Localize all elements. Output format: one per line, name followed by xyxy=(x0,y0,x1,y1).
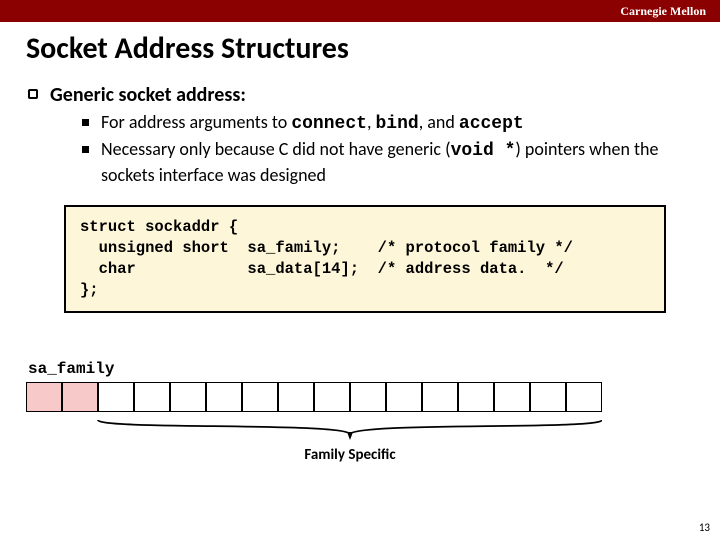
byte-cell xyxy=(350,382,386,412)
bullet-list-1: Generic socket address: For address argu… xyxy=(26,83,694,189)
bullet-list-2: For address arguments to connect, bind, … xyxy=(50,111,694,187)
family-specific-label: Family Specific xyxy=(98,446,602,464)
text-fragment: , and xyxy=(419,111,459,133)
sa-family-label: sa_family xyxy=(28,360,694,378)
struct-diagram: sa_family Family Specific xyxy=(26,360,694,464)
list-item: Necessary only because C did not have ge… xyxy=(82,138,694,187)
byte-cell xyxy=(566,382,602,412)
byte-cell xyxy=(530,382,566,412)
bullet-text: For address arguments to connect, bind, … xyxy=(101,111,524,136)
code-block: struct sockaddr { unsigned short sa_fami… xyxy=(64,205,666,313)
page-number: 13 xyxy=(699,521,710,534)
bullet-text: Generic socket address: xyxy=(50,83,694,107)
code-inline: accept xyxy=(459,114,524,134)
code-inline: connect xyxy=(291,114,367,134)
bullet-text: Necessary only because C did not have ge… xyxy=(101,138,694,187)
code-inline: void * xyxy=(451,141,516,161)
text-fragment: Necessary only because C did not have ge… xyxy=(101,138,451,160)
code-inline: bind xyxy=(376,114,419,134)
text-fragment: For address arguments to xyxy=(101,111,291,133)
text-fragment: , xyxy=(367,111,376,133)
byte-cell-sa-family xyxy=(26,382,62,412)
byte-cell xyxy=(170,382,206,412)
list-item: Generic socket address: For address argu… xyxy=(28,83,694,189)
byte-cell xyxy=(458,382,494,412)
byte-cell xyxy=(134,382,170,412)
slide: Carnegie Mellon Socket Address Structure… xyxy=(0,0,720,540)
byte-cell xyxy=(242,382,278,412)
byte-cell xyxy=(386,382,422,412)
header-bar: Carnegie Mellon xyxy=(0,0,720,22)
list-item: For address arguments to connect, bind, … xyxy=(82,111,694,136)
content-area: Socket Address Structures Generic socket… xyxy=(0,22,720,313)
square-bullet-icon xyxy=(82,119,89,126)
byte-cell xyxy=(422,382,458,412)
byte-cell xyxy=(494,382,530,412)
byte-cell xyxy=(278,382,314,412)
byte-cell xyxy=(206,382,242,412)
square-bullet-icon xyxy=(82,146,89,153)
curly-brace-icon xyxy=(26,418,602,444)
byte-cell xyxy=(98,382,134,412)
open-square-bullet-icon xyxy=(28,89,38,99)
org-name: Carnegie Mellon xyxy=(620,4,706,19)
byte-cell xyxy=(314,382,350,412)
byte-cell-sa-family xyxy=(62,382,98,412)
page-title: Socket Address Structures xyxy=(26,30,694,67)
byte-row xyxy=(26,382,694,412)
